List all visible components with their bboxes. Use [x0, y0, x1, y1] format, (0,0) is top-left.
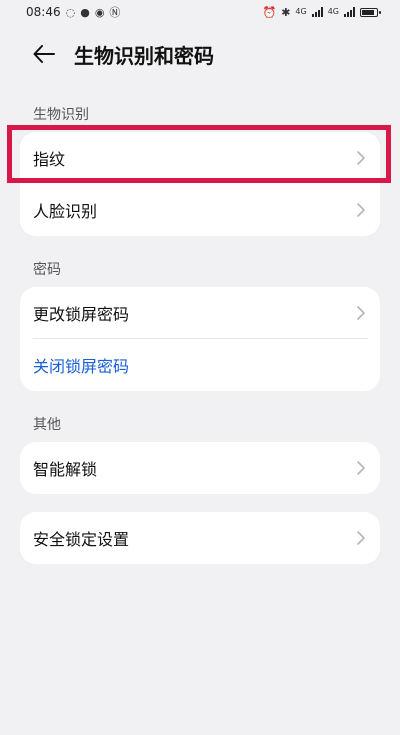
section-label-biometrics: 生物识别: [33, 107, 89, 123]
eye-icon: ◉: [94, 5, 105, 19]
section-label-password: 密码: [33, 262, 61, 278]
disable-lock-password-link[interactable]: 关闭锁屏密码: [33, 353, 129, 377]
card-security-lock: 安全锁定设置: [20, 512, 380, 564]
face-recognition-label: 人脸识别: [33, 202, 98, 221]
fingerprint-label: 指纹: [33, 150, 66, 169]
card-other: 智能解锁: [20, 442, 380, 494]
chevron-right-icon: [357, 306, 365, 320]
change-lock-password-item[interactable]: 更改锁屏密码: [20, 287, 380, 339]
alarm-icon: ⏰: [262, 5, 277, 19]
status-time: 08:46: [26, 5, 61, 19]
chevron-right-icon: [357, 531, 365, 545]
bluetooth-icon: ✱: [281, 5, 291, 19]
network-type-1: 4G: [295, 7, 307, 16]
notification-icon: ◌: [65, 5, 76, 19]
back-button[interactable]: [22, 32, 66, 76]
nfc-icon: Ⓝ: [109, 5, 121, 19]
chevron-right-icon: [357, 203, 365, 217]
battery-fill: [362, 9, 374, 15]
card-biometrics: 指纹 人脸识别: [20, 132, 380, 236]
change-lock-password-label: 更改锁屏密码: [33, 305, 130, 324]
security-lock-settings-label: 安全锁定设置: [33, 530, 130, 549]
battery-icon: [360, 7, 381, 17]
disable-lock-password-item[interactable]: 关闭锁屏密码: [20, 339, 380, 391]
card-password: 更改锁屏密码 关闭锁屏密码: [20, 287, 380, 391]
signal-icon-2: [344, 7, 355, 17]
chevron-right-icon: [357, 151, 365, 165]
status-left: 08:46 ◌ ● ◉ Ⓝ: [26, 5, 120, 19]
back-arrow-icon: [33, 45, 55, 63]
status-right: ⏰ ✱ 4G 4G: [262, 5, 381, 19]
smart-unlock-item[interactable]: 智能解锁: [20, 442, 380, 494]
section-label-other: 其他: [33, 417, 61, 433]
smart-unlock-label: 智能解锁: [33, 460, 98, 479]
status-bar: 08:46 ◌ ● ◉ Ⓝ ⏰ ✱ 4G 4G: [0, 0, 400, 24]
header: 生物识别和密码: [0, 30, 400, 78]
security-lock-settings-item[interactable]: 安全锁定设置: [20, 512, 380, 564]
page-title: 生物识别和密码: [74, 43, 214, 68]
wechat-icon: ●: [80, 5, 90, 19]
signal-icon-1: [311, 7, 323, 17]
network-type-2: 4G: [327, 7, 339, 16]
face-recognition-item[interactable]: 人脸识别: [20, 184, 380, 236]
fingerprint-item[interactable]: 指纹: [20, 132, 380, 184]
chevron-right-icon: [357, 461, 365, 475]
